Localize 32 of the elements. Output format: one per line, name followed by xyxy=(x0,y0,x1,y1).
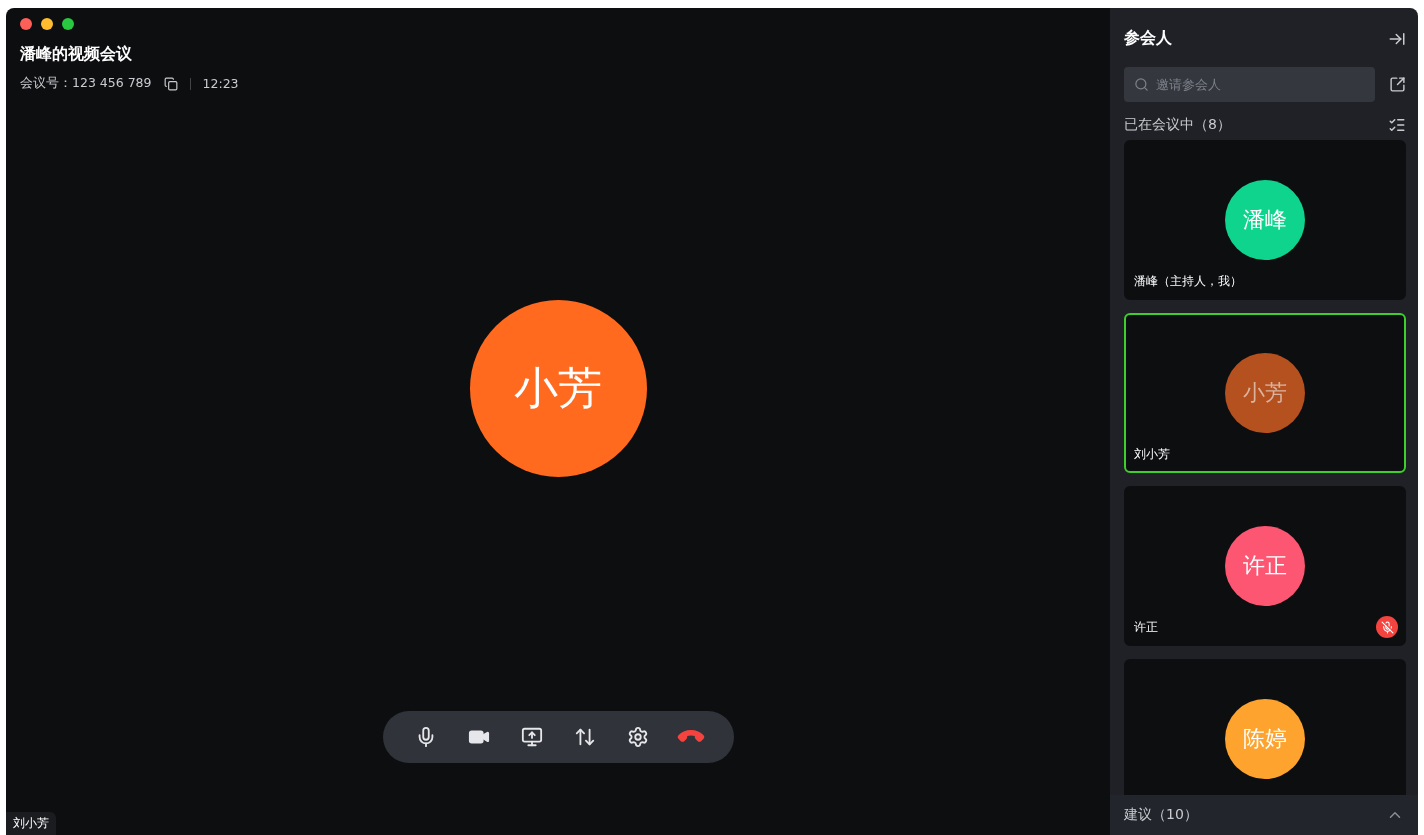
section-heading: 已在会议中（8） xyxy=(1124,116,1231,134)
participant-name: 许正 xyxy=(1134,619,1158,636)
search-field[interactable]: 邀请参会人 xyxy=(1124,67,1375,102)
participant-avatar: 陈婷 xyxy=(1225,699,1305,779)
panel-title: 参会人 xyxy=(1124,28,1172,49)
participant-card[interactable]: 小芳 刘小芳 xyxy=(1124,313,1406,473)
speaker-avatar: 小芳 xyxy=(469,300,647,477)
list-icon xyxy=(1388,116,1406,134)
list-view-button[interactable] xyxy=(1388,116,1406,134)
meeting-id: 会议号：123 456 789 xyxy=(20,75,152,92)
settings-icon xyxy=(627,726,650,748)
maximize-dot[interactable] xyxy=(62,18,74,30)
participant-avatar: 潘峰 xyxy=(1225,180,1305,260)
up-down-arrows-icon xyxy=(574,726,597,748)
pop-out-button[interactable] xyxy=(1389,76,1406,93)
participant-name: 刘小芳 xyxy=(1134,446,1170,463)
copy-icon[interactable] xyxy=(163,76,178,91)
search-icon xyxy=(1134,77,1149,92)
suggestions-label: 建议（10） xyxy=(1124,806,1198,824)
close-dot[interactable] xyxy=(20,18,32,30)
window-title: 潘峰的视频会议 xyxy=(20,44,133,65)
external-link-icon xyxy=(1389,76,1406,93)
minimize-dot[interactable] xyxy=(41,18,53,30)
monitor-upload-icon xyxy=(520,726,543,748)
participant-name: 潘峰（主持人，我） xyxy=(1134,273,1242,290)
participant-avatar: 许正 xyxy=(1225,526,1305,606)
participant-card[interactable]: 许正 许正 xyxy=(1124,486,1406,646)
speaker-name-tag: 刘小芳 xyxy=(6,812,56,835)
participant-avatar: 小芳 xyxy=(1225,353,1305,433)
suggestions-bar[interactable]: 建议（10） xyxy=(1110,795,1418,835)
participant-card[interactable]: 潘峰 潘峰（主持人，我） xyxy=(1124,140,1406,300)
meeting-time: 12:23 xyxy=(202,76,239,91)
